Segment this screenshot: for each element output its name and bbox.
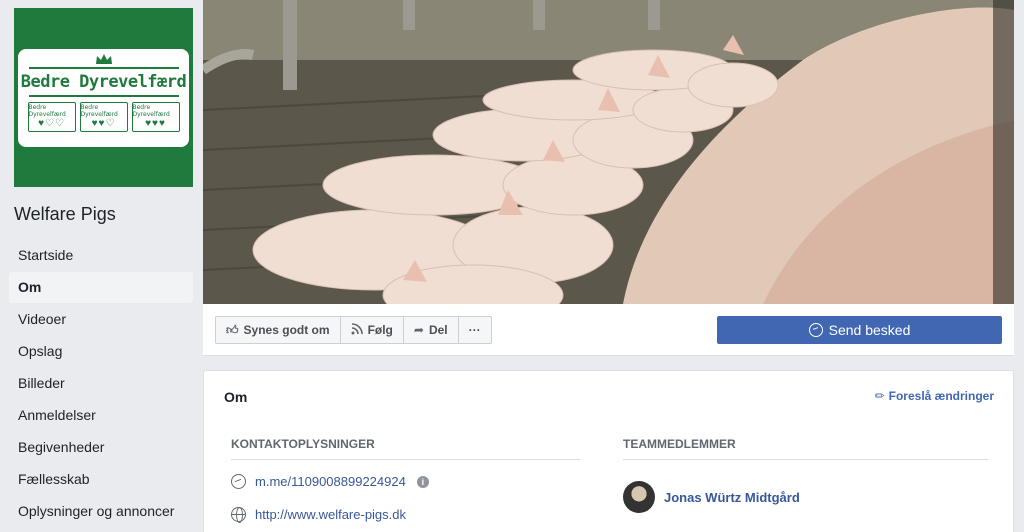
page-nav: Startside Om Videoer Opslag Billeder Anm…: [9, 240, 193, 528]
share-arrow-icon: ➦: [413, 323, 424, 337]
logo-divider: [28, 66, 179, 69]
pencil-icon: ✏︎: [874, 389, 885, 403]
page-title[interactable]: Welfare Pigs: [14, 204, 116, 225]
nav-item-opslag[interactable]: Opslag: [9, 336, 193, 367]
about-heading: Om: [224, 389, 248, 405]
profile-picture[interactable]: Bedre Dyrevelfærd Bedre Dyrevelfærd ♥♡♡ …: [14, 8, 193, 187]
logo-divider: [28, 94, 179, 97]
nav-item-begivenheder[interactable]: Begivenheder: [9, 432, 193, 463]
thumbs-up-icon: 👍︎: [226, 322, 239, 337]
nav-item-startside[interactable]: Startside: [9, 240, 193, 271]
rss-icon: [351, 322, 363, 338]
follow-button[interactable]: Følg: [341, 317, 404, 343]
page-actions: 👍︎ Synes godt om Følg ➦ Del ···: [215, 316, 492, 344]
info-icon[interactable]: i: [416, 475, 429, 488]
nav-item-oplysninger[interactable]: Oplysninger og annoncer: [9, 496, 193, 527]
logo-brand-text: Bedre Dyrevelfærd: [20, 71, 187, 92]
messenger-icon: [808, 323, 823, 337]
page-action-bar: 👍︎ Synes godt om Følg ➦ Del ··· Send bes…: [203, 304, 1014, 356]
more-icon: ···: [468, 323, 481, 337]
messenger-icon: [231, 474, 246, 489]
messenger-link[interactable]: m.me/1109008899224924: [255, 474, 406, 489]
messenger-contact-row: m.me/1109008899224924 i: [231, 474, 429, 489]
send-message-button[interactable]: Send besked: [717, 316, 1002, 344]
globe-icon: [231, 507, 246, 523]
about-card: Om ✏︎ Foreslå ændringer KONTAKTOPLYSNING…: [203, 370, 1014, 532]
brand-logo: Bedre Dyrevelfærd Bedre Dyrevelfærd ♥♡♡ …: [18, 48, 189, 147]
heart-icon: ♥♡♡: [38, 118, 65, 129]
nav-item-om[interactable]: Om: [9, 272, 193, 303]
avatar[interactable]: [623, 481, 655, 513]
share-button[interactable]: ➦ Del: [404, 317, 459, 343]
badge-two-hearts: Bedre Dyrevelfærd ♥♥♡: [79, 101, 128, 132]
more-button[interactable]: ···: [459, 317, 491, 343]
badge-one-heart: Bedre Dyrevelfærd ♥♡♡: [27, 101, 76, 132]
badge-three-hearts: Bedre Dyrevelfærd ♥♥♥: [131, 101, 180, 132]
cover-photo-illustration: [203, 0, 1014, 304]
cover-photo[interactable]: [203, 0, 1014, 304]
nav-item-billeder[interactable]: Billeder: [9, 368, 193, 399]
nav-item-anmeldelser[interactable]: Anmeldelser: [9, 400, 193, 431]
logo-badges: Bedre Dyrevelfærd ♥♡♡ Bedre Dyrevelfærd …: [27, 101, 180, 132]
like-button[interactable]: 👍︎ Synes godt om: [216, 317, 341, 343]
team-members-heading: TEAMMEDLEMMER: [623, 437, 988, 460]
contact-info-heading: KONTAKTOPLYSNINGER: [231, 437, 580, 460]
nav-item-faellesskab[interactable]: Fællesskab: [9, 464, 193, 495]
suggest-edits-link[interactable]: ✏︎ Foreslå ændringer: [875, 389, 994, 403]
team-member: Jonas Würtz Midtgård: [623, 481, 800, 513]
nav-item-videoer[interactable]: Videoer: [9, 304, 193, 335]
left-column: Bedre Dyrevelfærd Bedre Dyrevelfærd ♥♡♡ …: [0, 0, 203, 532]
team-member-name[interactable]: Jonas Würtz Midtgård: [664, 490, 800, 505]
website-link[interactable]: http://www.welfare-pigs.dk: [255, 507, 406, 522]
website-contact-row: http://www.welfare-pigs.dk: [231, 507, 406, 523]
heart-icon: ♥♥♡: [91, 118, 116, 129]
heart-icon: ♥♥♥: [145, 118, 166, 129]
crown-icon: [94, 53, 114, 65]
